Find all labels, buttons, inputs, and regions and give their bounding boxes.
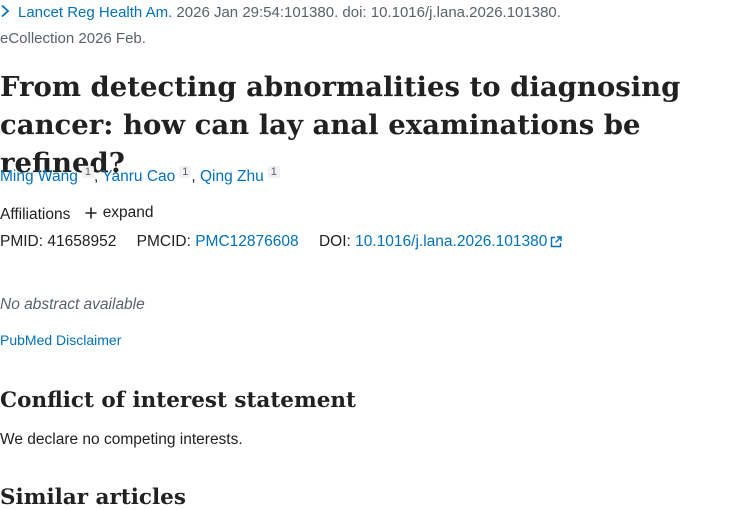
author-link[interactable]: Ming Wang — [0, 168, 78, 185]
pmid-label: PMID: — [0, 233, 44, 250]
journal-link[interactable]: Lancet Reg Health Am. — [18, 4, 172, 21]
affiliations-row: Affiliations expand — [0, 204, 154, 224]
affiliation-marker[interactable]: 1 — [81, 166, 94, 178]
expand-label: expand — [102, 204, 154, 221]
expand-affiliations-button[interactable]: expand — [85, 204, 154, 222]
affiliation-marker[interactable]: 1 — [179, 166, 192, 178]
pmcid-link[interactable]: PMC12876608 — [195, 233, 298, 250]
doi-label: DOI: — [318, 233, 351, 250]
authors-list: Ming Wang 1, Yanru Cao 1, Qing Zhu 1 — [0, 166, 280, 186]
citation-details: 2026 Jan 29:54:101380. doi: 10.1016/j.la… — [172, 4, 561, 21]
plus-icon — [85, 207, 97, 219]
chevron-right-icon — [0, 4, 14, 21]
conflict-text: We declare no competing interests. — [0, 431, 243, 448]
pubmed-disclaimer-link[interactable]: PubMed Disclaimer — [0, 332, 121, 348]
doi-link[interactable]: 10.1016/j.lana.2026.101380 — [355, 233, 563, 250]
identifiers-row: PMID: 41658952 PMCID: PMC12876608 DOI: 1… — [0, 233, 563, 251]
citation-line: Lancet Reg Health Am. 2026 Jan 29:54:101… — [0, 4, 561, 21]
abstract-status: No abstract available — [0, 296, 145, 313]
external-link-icon — [551, 236, 563, 248]
pmid-value: 41658952 — [47, 233, 117, 250]
ecollection-text: eCollection 2026 Feb. — [0, 30, 146, 47]
conflict-heading: Conflict of interest statement — [0, 388, 356, 413]
article-title: From detecting abnormalities to diagnosi… — [0, 71, 681, 179]
author-link[interactable]: Yanru Cao — [102, 168, 175, 185]
doi-value: 10.1016/j.lana.2026.101380 — [355, 233, 548, 250]
affiliations-label: Affiliations — [0, 206, 71, 223]
author-link[interactable]: Qing Zhu — [200, 168, 264, 185]
affiliation-marker[interactable]: 1 — [267, 166, 280, 178]
pmcid-label: PMCID: — [136, 233, 191, 250]
similar-articles-heading: Similar articles — [0, 485, 186, 510]
